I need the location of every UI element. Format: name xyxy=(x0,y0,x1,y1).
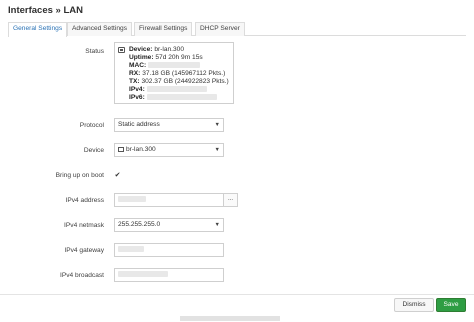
chevron-down-icon: ▼ xyxy=(214,222,220,228)
status-rx-key: RX: xyxy=(129,70,141,77)
checkmark-icon: ✔ xyxy=(114,172,121,179)
status-uptime-row: Uptime: 57d 20h 9m 15s xyxy=(129,54,203,61)
ipv4-gateway-input[interactable] xyxy=(114,243,224,257)
protocol-label: Protocol xyxy=(79,122,104,129)
ipv4-address-input[interactable]: ... xyxy=(114,193,238,207)
device-select[interactable]: br-lan.300 ▼ xyxy=(114,143,224,157)
status-tx-value: 302.37 GB (244922823 Pkts.) xyxy=(141,78,229,85)
bootup-label: Bring up on boot xyxy=(55,172,104,179)
status-ipv4-row: IPv4: xyxy=(129,86,207,93)
device-label: Device xyxy=(83,147,104,154)
dialog-title: Interfaces » LAN xyxy=(8,5,83,16)
redacted-ipv4-broadcast xyxy=(118,271,168,278)
redacted-mac xyxy=(148,62,201,69)
status-device-key: Device: xyxy=(129,46,153,53)
status-mac-row: MAC: xyxy=(129,62,201,69)
ipv4-broadcast-label: IPv4 broadcast xyxy=(60,272,104,279)
ipv4-netmask-select[interactable]: 255.255.255.0 ▼ xyxy=(114,218,224,232)
ipv4-address-label: IPv4 address xyxy=(65,197,104,204)
redacted-ipv4-gateway xyxy=(118,246,144,253)
status-ipv6-key: IPv6: xyxy=(129,94,145,101)
status-device-row: Device: br-lan.300 xyxy=(129,46,184,53)
ipv4-netmask-value: 255.255.255.0 xyxy=(118,221,161,228)
status-uptime-value: 57d 20h 9m 15s xyxy=(155,54,203,61)
tab-bar: General Settings Advanced Settings Firew… xyxy=(8,22,466,37)
bootup-checkbox[interactable]: ✔ xyxy=(114,172,121,179)
redacted-footer-text xyxy=(180,316,280,321)
redacted-ipv4-address xyxy=(118,196,146,203)
status-ipv6-row: IPv6: xyxy=(129,94,217,101)
tab-general-settings[interactable]: General Settings xyxy=(8,22,68,37)
ipv4-address-more-button[interactable]: ... xyxy=(223,194,237,206)
interface-dialog: Interfaces » LAN General Settings Advanc… xyxy=(0,0,474,322)
device-value: br-lan.300 xyxy=(126,146,156,153)
chevron-down-icon: ▼ xyxy=(214,122,220,128)
redacted-ipv6 xyxy=(146,94,217,101)
redacted-ipv4 xyxy=(146,86,207,93)
chevron-down-icon: ▼ xyxy=(214,147,220,153)
status-device-value: br-lan.300 xyxy=(154,46,185,53)
network-device-icon xyxy=(118,146,124,152)
tab-advanced-settings[interactable]: Advanced Settings xyxy=(67,22,132,36)
status-ipv4-key: IPv4: xyxy=(129,86,145,93)
status-tx-key: TX: xyxy=(129,78,140,85)
status-rx-row: RX: 37.18 GB (145967112 Pkts.) xyxy=(129,70,225,77)
status-label: Status xyxy=(85,48,104,55)
tab-dhcp-server[interactable]: DHCP Server xyxy=(195,22,245,36)
ipv4-gateway-label: IPv4 gateway xyxy=(64,247,104,254)
status-uptime-key: Uptime: xyxy=(129,54,154,61)
protocol-value: Static address xyxy=(118,121,160,128)
save-button[interactable]: Save xyxy=(436,298,466,312)
tab-firewall-settings[interactable]: Firewall Settings xyxy=(134,22,193,36)
status-rx-value: 37.18 GB (145967112 Pkts.) xyxy=(142,70,226,77)
ipv4-netmask-label: IPv4 netmask xyxy=(64,222,104,229)
network-device-icon xyxy=(118,47,125,53)
ipv4-broadcast-input[interactable] xyxy=(114,268,224,282)
status-tx-row: TX: 302.37 GB (244922823 Pkts.) xyxy=(129,78,229,85)
protocol-select[interactable]: Static address ▼ xyxy=(114,118,224,132)
dismiss-button[interactable]: Dismiss xyxy=(394,298,434,312)
status-mac-key: MAC: xyxy=(129,62,147,69)
status-panel: Device: br-lan.300 Uptime: 57d 20h 9m 15… xyxy=(114,42,234,104)
